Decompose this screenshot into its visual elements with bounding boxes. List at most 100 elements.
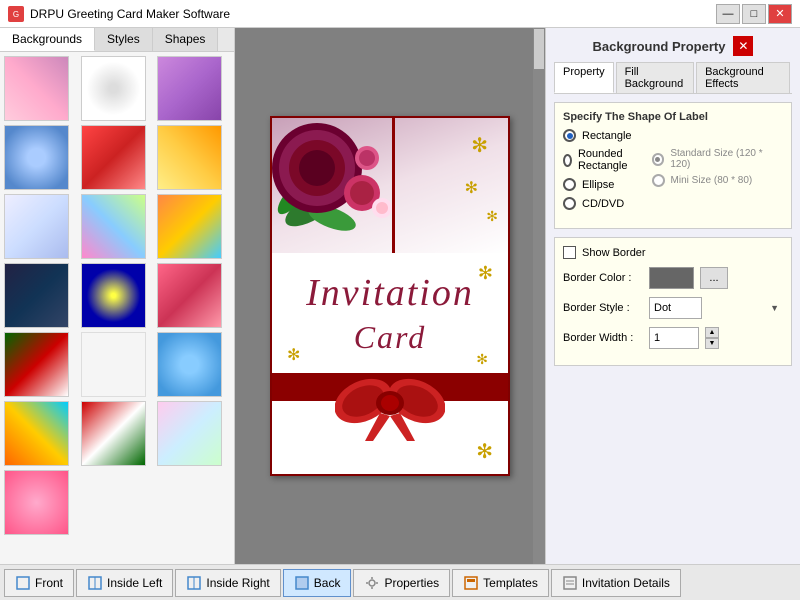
list-item[interactable] bbox=[4, 56, 69, 121]
border-color-picker-button[interactable]: ... bbox=[700, 267, 728, 289]
inside-left-button[interactable]: Inside Left bbox=[76, 569, 173, 597]
radio-circle-mini bbox=[652, 174, 665, 187]
list-item[interactable] bbox=[4, 194, 69, 259]
radio-circle-rectangle bbox=[563, 129, 576, 142]
svg-text:G: G bbox=[13, 10, 19, 19]
card-canvas: ✻ ✻ ✻ Invitation Card ✻ ✻ ✻ bbox=[270, 116, 510, 476]
border-color-row: Border Color : ... bbox=[563, 267, 783, 289]
size-mini-label: Mini Size (80 * 80) bbox=[671, 175, 753, 186]
minimize-button[interactable]: — bbox=[716, 4, 740, 24]
card-bow bbox=[335, 366, 445, 441]
tab-backgrounds[interactable]: Backgrounds bbox=[0, 28, 95, 51]
list-item[interactable] bbox=[157, 332, 222, 397]
properties-label: Properties bbox=[384, 576, 439, 590]
properties-button[interactable]: Properties bbox=[353, 569, 450, 597]
tab-styles[interactable]: Styles bbox=[95, 28, 153, 51]
radio-circle-cd bbox=[563, 197, 576, 210]
list-item[interactable] bbox=[81, 263, 146, 328]
border-style-select-wrapper: Dot Solid Dash DashDot bbox=[649, 297, 783, 319]
shape-options: Rectangle Rounded Rectangle Ellipse bbox=[563, 129, 783, 210]
radio-label-rounded: Rounded Rectangle bbox=[578, 148, 632, 172]
border-style-select[interactable]: Dot Solid Dash DashDot bbox=[649, 297, 702, 319]
shape-section: Specify The Shape Of Label Rectangle Rou… bbox=[554, 102, 792, 229]
border-section: Show Border Border Color : ... Border St… bbox=[554, 237, 792, 366]
list-item[interactable] bbox=[81, 401, 146, 466]
list-item[interactable] bbox=[157, 263, 222, 328]
window-controls: — □ ✕ bbox=[716, 4, 792, 24]
radio-label-ellipse: Ellipse bbox=[582, 179, 614, 191]
canvas-scrollbar[interactable] bbox=[533, 28, 545, 564]
star-decoration-3: ✻ bbox=[486, 208, 498, 225]
star-decoration: ✻ bbox=[471, 133, 488, 158]
inside-right-button[interactable]: Inside Right bbox=[175, 569, 280, 597]
tab-fill-background[interactable]: Fill Background bbox=[616, 62, 694, 93]
list-item[interactable] bbox=[157, 401, 222, 466]
list-item[interactable] bbox=[157, 125, 222, 190]
list-item[interactable] bbox=[4, 263, 69, 328]
list-item[interactable] bbox=[81, 332, 146, 397]
shape-section-label: Specify The Shape Of Label bbox=[563, 111, 783, 123]
border-color-swatch[interactable] bbox=[649, 267, 694, 289]
gear-icon bbox=[364, 575, 380, 591]
canvas-area: ✻ ✻ ✻ Invitation Card ✻ ✻ ✻ bbox=[235, 28, 545, 564]
list-item[interactable] bbox=[81, 56, 146, 121]
right-panel: Background Property ✕ Property Fill Back… bbox=[545, 28, 800, 564]
border-color-label: Border Color : bbox=[563, 272, 643, 284]
list-item[interactable] bbox=[4, 125, 69, 190]
main-container: Backgrounds Styles Shapes bbox=[0, 28, 800, 564]
scrollbar-thumb bbox=[534, 29, 544, 69]
back-button[interactable]: Back bbox=[283, 569, 352, 597]
card-text-area: Invitation Card ✻ ✻ ✻ bbox=[272, 253, 508, 373]
radio-circle-standard bbox=[652, 153, 665, 166]
tab-background-effects[interactable]: Background Effects bbox=[696, 62, 790, 93]
front-icon bbox=[15, 575, 31, 591]
list-item[interactable] bbox=[157, 194, 222, 259]
tab-shapes[interactable]: Shapes bbox=[153, 28, 219, 51]
maximize-button[interactable]: □ bbox=[742, 4, 766, 24]
inside-left-icon bbox=[87, 575, 103, 591]
invitation-details-label: Invitation Details bbox=[582, 576, 670, 590]
left-options: Rounded Rectangle Ellipse CD/DVD bbox=[563, 148, 632, 210]
templates-button[interactable]: Templates bbox=[452, 569, 549, 597]
list-item[interactable] bbox=[157, 56, 222, 121]
list-item[interactable] bbox=[81, 125, 146, 190]
panel-title: Background Property bbox=[593, 39, 726, 54]
spin-up-button[interactable]: ▲ bbox=[705, 327, 719, 338]
border-width-spinner: ▲ ▼ bbox=[705, 327, 719, 349]
tab-property[interactable]: Property bbox=[554, 62, 614, 93]
radio-rectangle[interactable]: Rectangle bbox=[563, 129, 783, 142]
bottom-star: ✻ bbox=[476, 439, 493, 464]
spin-down-button[interactable]: ▼ bbox=[705, 338, 719, 349]
back-icon bbox=[294, 575, 310, 591]
left-panel: Backgrounds Styles Shapes bbox=[0, 28, 235, 564]
inside-right-icon bbox=[186, 575, 202, 591]
rounded-and-sizes: Rounded Rectangle Ellipse CD/DVD bbox=[563, 148, 783, 210]
thumbnail-grid bbox=[0, 52, 234, 564]
back-label: Back bbox=[314, 576, 341, 590]
panel-header: Background Property ✕ bbox=[554, 36, 792, 56]
list-item[interactable] bbox=[4, 332, 69, 397]
radio-ellipse[interactable]: Ellipse bbox=[563, 178, 614, 191]
front-button[interactable]: Front bbox=[4, 569, 74, 597]
show-border-checkbox[interactable]: Show Border bbox=[563, 246, 783, 259]
right-tabs: Property Fill Background Background Effe… bbox=[554, 62, 792, 94]
details-icon bbox=[562, 575, 578, 591]
list-item[interactable] bbox=[4, 401, 69, 466]
radio-cd-dvd[interactable]: CD/DVD bbox=[563, 197, 632, 210]
border-style-label: Border Style : bbox=[563, 302, 643, 314]
radio-rounded-rectangle[interactable]: Rounded Rectangle bbox=[563, 148, 632, 172]
panel-close-button[interactable]: ✕ bbox=[733, 36, 753, 56]
card-text: Card bbox=[354, 319, 427, 356]
show-border-label: Show Border bbox=[582, 247, 646, 259]
title-bar: G DRPU Greeting Card Maker Software — □ … bbox=[0, 0, 800, 28]
border-width-input[interactable] bbox=[649, 327, 699, 349]
close-button[interactable]: ✕ bbox=[768, 4, 792, 24]
invitation-details-button[interactable]: Invitation Details bbox=[551, 569, 681, 597]
list-item[interactable] bbox=[4, 470, 69, 535]
list-item[interactable] bbox=[81, 194, 146, 259]
card-header-bg: ✻ ✻ ✻ bbox=[272, 118, 508, 253]
front-label: Front bbox=[35, 576, 63, 590]
size-standard: Standard Size (120 * 120) bbox=[652, 148, 783, 170]
inside-right-label: Inside Right bbox=[206, 576, 269, 590]
size-options: Standard Size (120 * 120) Mini Size (80 … bbox=[652, 148, 783, 187]
